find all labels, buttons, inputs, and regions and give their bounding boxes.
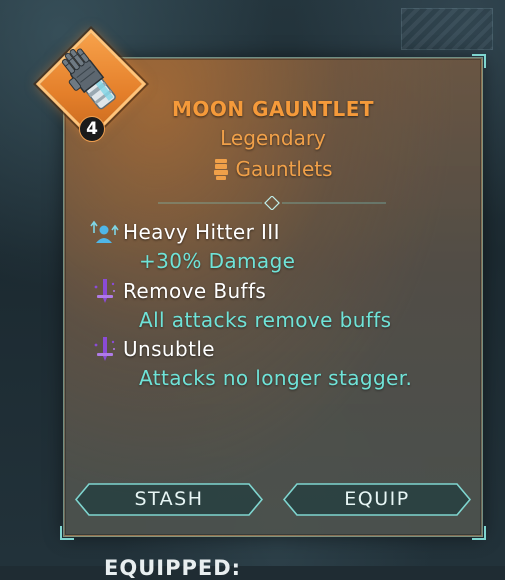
item-type-label: Gauntlets (235, 157, 333, 181)
dagger-icon (94, 279, 115, 303)
damage-up-icon (90, 220, 119, 243)
perk-name: Remove Buffs (123, 279, 267, 303)
equipped-section-label: EQUIPPED: (104, 556, 242, 580)
fist-icon (214, 159, 229, 180)
perk-name: Unsubtle (123, 337, 216, 361)
item-type: Gauntlets (150, 157, 396, 181)
dagger-icon (94, 337, 115, 361)
panel-corner (472, 526, 486, 540)
perk-description: +30% Damage (139, 249, 296, 273)
panel-corner (60, 526, 74, 540)
item-count-badge: 4 (79, 116, 105, 142)
equip-button[interactable]: EQUIP (283, 483, 471, 516)
section-divider (158, 196, 386, 210)
gauntlet-icon (61, 48, 116, 110)
item-rarity: Legendary (220, 126, 326, 150)
item-name: MOON GAUNTLET (171, 97, 375, 121)
panel-corner (472, 54, 486, 68)
perk-name: Heavy Hitter III (123, 220, 280, 244)
equip-button-label: EQUIP (344, 488, 410, 510)
stash-button-label: STASH (134, 488, 204, 510)
perk-description: All attacks remove buffs (139, 308, 392, 332)
background-machinery (401, 8, 493, 50)
perk-description: Attacks no longer stagger. (139, 366, 413, 390)
stash-button[interactable]: STASH (75, 483, 263, 516)
